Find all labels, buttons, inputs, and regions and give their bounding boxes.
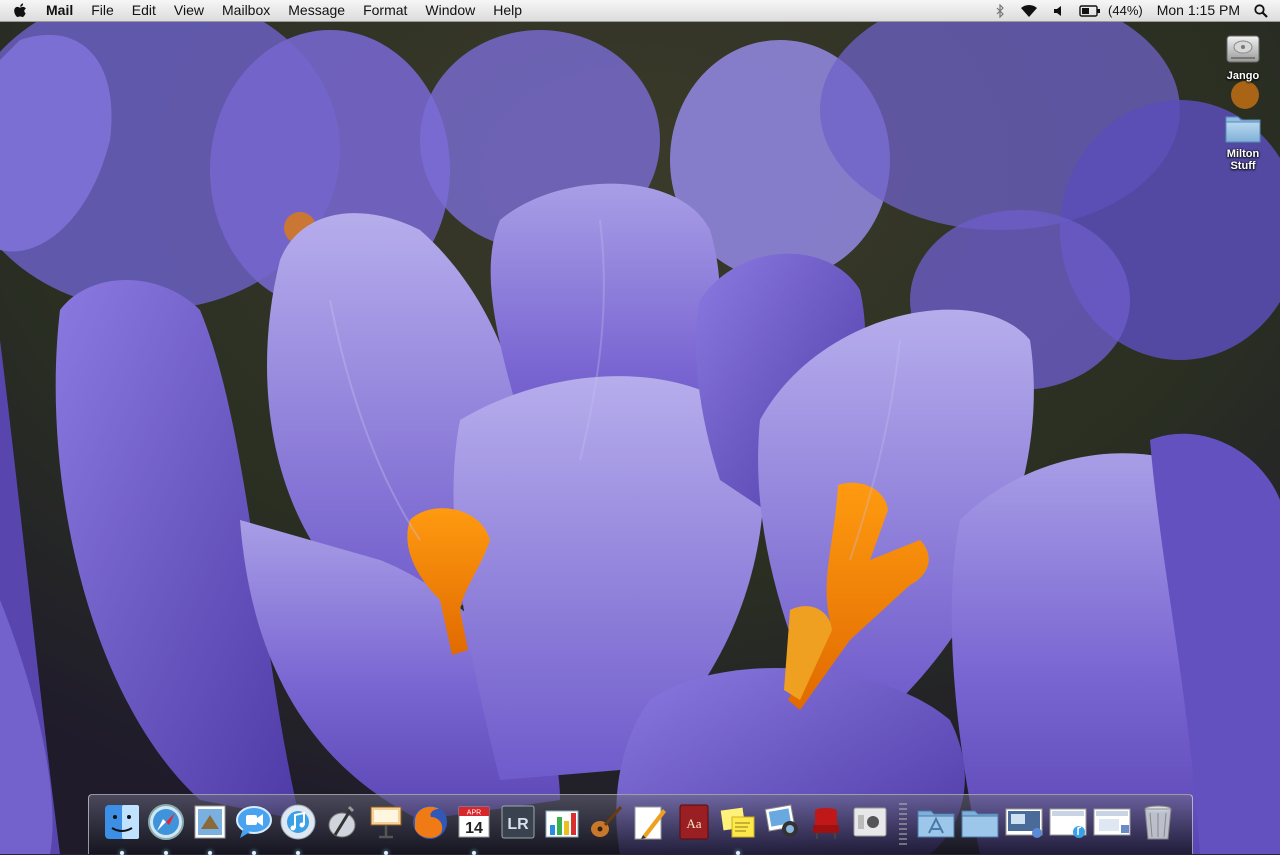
dock-ical[interactable]: APR 14 — [453, 801, 495, 855]
ical-icon: APR 14 — [458, 806, 490, 838]
dock-trash[interactable] — [1137, 801, 1179, 843]
dock-firefox[interactable] — [409, 801, 451, 843]
firefox-icon — [413, 805, 447, 839]
bluetooth-icon[interactable] — [996, 3, 1005, 18]
dictionary-icon: Aa — [679, 804, 709, 840]
desktop-icon-jango[interactable]: Jango — [1208, 30, 1278, 82]
running-indicator — [164, 851, 168, 855]
dock-mail[interactable] — [189, 801, 231, 855]
menu-file[interactable]: File — [82, 0, 123, 21]
dock-script-editor[interactable] — [321, 801, 363, 843]
dock-separator[interactable] — [899, 803, 907, 847]
menu-bar: Mail File Edit View Mailbox Message Form… — [0, 0, 1280, 22]
downloads-stack-icon — [1093, 808, 1131, 836]
menu-edit[interactable]: Edit — [123, 0, 165, 21]
running-indicator — [252, 851, 256, 855]
documents-folder-icon — [961, 810, 999, 838]
hard-drive-icon — [1226, 35, 1260, 63]
menu-mailbox[interactable]: Mailbox — [213, 0, 279, 21]
front-row-icon — [813, 808, 839, 839]
menu-format[interactable]: Format — [354, 0, 416, 21]
apple-menu-icon[interactable] — [0, 0, 40, 21]
menu-app-mail[interactable]: Mail — [40, 0, 82, 21]
safari-icon — [148, 804, 184, 840]
dock-music-stack[interactable] — [1047, 801, 1089, 843]
menubar-clock[interactable]: Mon 1:15 PM — [1157, 0, 1240, 21]
dock-system-profiler[interactable] — [849, 801, 891, 843]
dock-ichat[interactable] — [233, 801, 275, 855]
menu-help[interactable]: Help — [484, 0, 531, 21]
menu-window[interactable]: Window — [416, 0, 484, 21]
folder-icon — [1225, 116, 1261, 143]
mail-icon — [194, 805, 226, 839]
running-indicator — [384, 851, 388, 855]
desktop-icon-milton-stuff[interactable]: Milton Stuff — [1208, 108, 1278, 172]
iphoto-icon — [764, 804, 798, 837]
running-indicator — [296, 851, 300, 855]
dock-front-row[interactable] — [805, 801, 847, 843]
dock-numbers[interactable] — [541, 801, 583, 843]
system-profiler-icon — [853, 807, 887, 837]
dock-keynote[interactable] — [365, 801, 407, 855]
running-indicator — [208, 851, 212, 855]
pages-icon — [634, 806, 666, 840]
dock-iphoto[interactable] — [761, 801, 803, 843]
dock-dictionary[interactable]: Aa — [673, 801, 715, 843]
dock-pages[interactable] — [629, 801, 671, 843]
dock-downloads-stack[interactable] — [1091, 801, 1133, 843]
running-indicator — [472, 851, 476, 855]
desktop-icon-label: Jango — [1226, 70, 1260, 82]
ical-month: APR — [467, 810, 481, 817]
numbers-icon — [545, 810, 579, 838]
dock-finder[interactable] — [101, 801, 143, 855]
dock-safari[interactable] — [145, 801, 187, 855]
wifi-icon[interactable] — [1019, 4, 1039, 18]
trash-icon — [1144, 805, 1172, 840]
desktop-wallpaper — [0, 0, 1280, 854]
music-stack-icon — [1049, 808, 1087, 838]
volume-icon[interactable] — [1053, 5, 1065, 17]
dock-screenshot-stack[interactable] — [1003, 801, 1045, 843]
lightroom-text: LR — [507, 816, 529, 833]
stickies-icon — [720, 807, 755, 838]
screenshot-stack-icon — [1005, 808, 1043, 838]
dock-stickies[interactable] — [717, 801, 759, 855]
running-indicator — [736, 851, 740, 855]
garageband-icon — [591, 806, 623, 837]
dock-applications-folder[interactable] — [915, 801, 957, 843]
battery-percent[interactable]: (44%) — [1108, 0, 1143, 21]
dock: APR 14 LR Aa — [88, 794, 1193, 855]
battery-icon[interactable] — [1079, 4, 1101, 17]
finder-icon — [105, 805, 139, 839]
running-indicator — [120, 851, 124, 855]
menu-view[interactable]: View — [165, 0, 213, 21]
dock-documents-folder[interactable] — [959, 801, 1001, 843]
dock-itunes[interactable] — [277, 801, 319, 855]
ical-day: 14 — [465, 820, 483, 837]
keynote-icon — [370, 806, 402, 839]
dictionary-text: Aa — [686, 816, 701, 831]
dock-lightroom[interactable]: LR — [497, 801, 539, 843]
desktop-icon-label: Milton Stuff — [1226, 148, 1260, 172]
applications-folder-icon — [917, 810, 955, 838]
lightroom-icon: LR — [501, 805, 535, 839]
ichat-icon — [236, 806, 272, 838]
script-editor-icon — [328, 805, 356, 838]
menu-message[interactable]: Message — [279, 0, 354, 21]
dock-garageband[interactable] — [585, 801, 627, 843]
spotlight-icon[interactable] — [1254, 3, 1268, 18]
itunes-icon — [280, 804, 316, 840]
